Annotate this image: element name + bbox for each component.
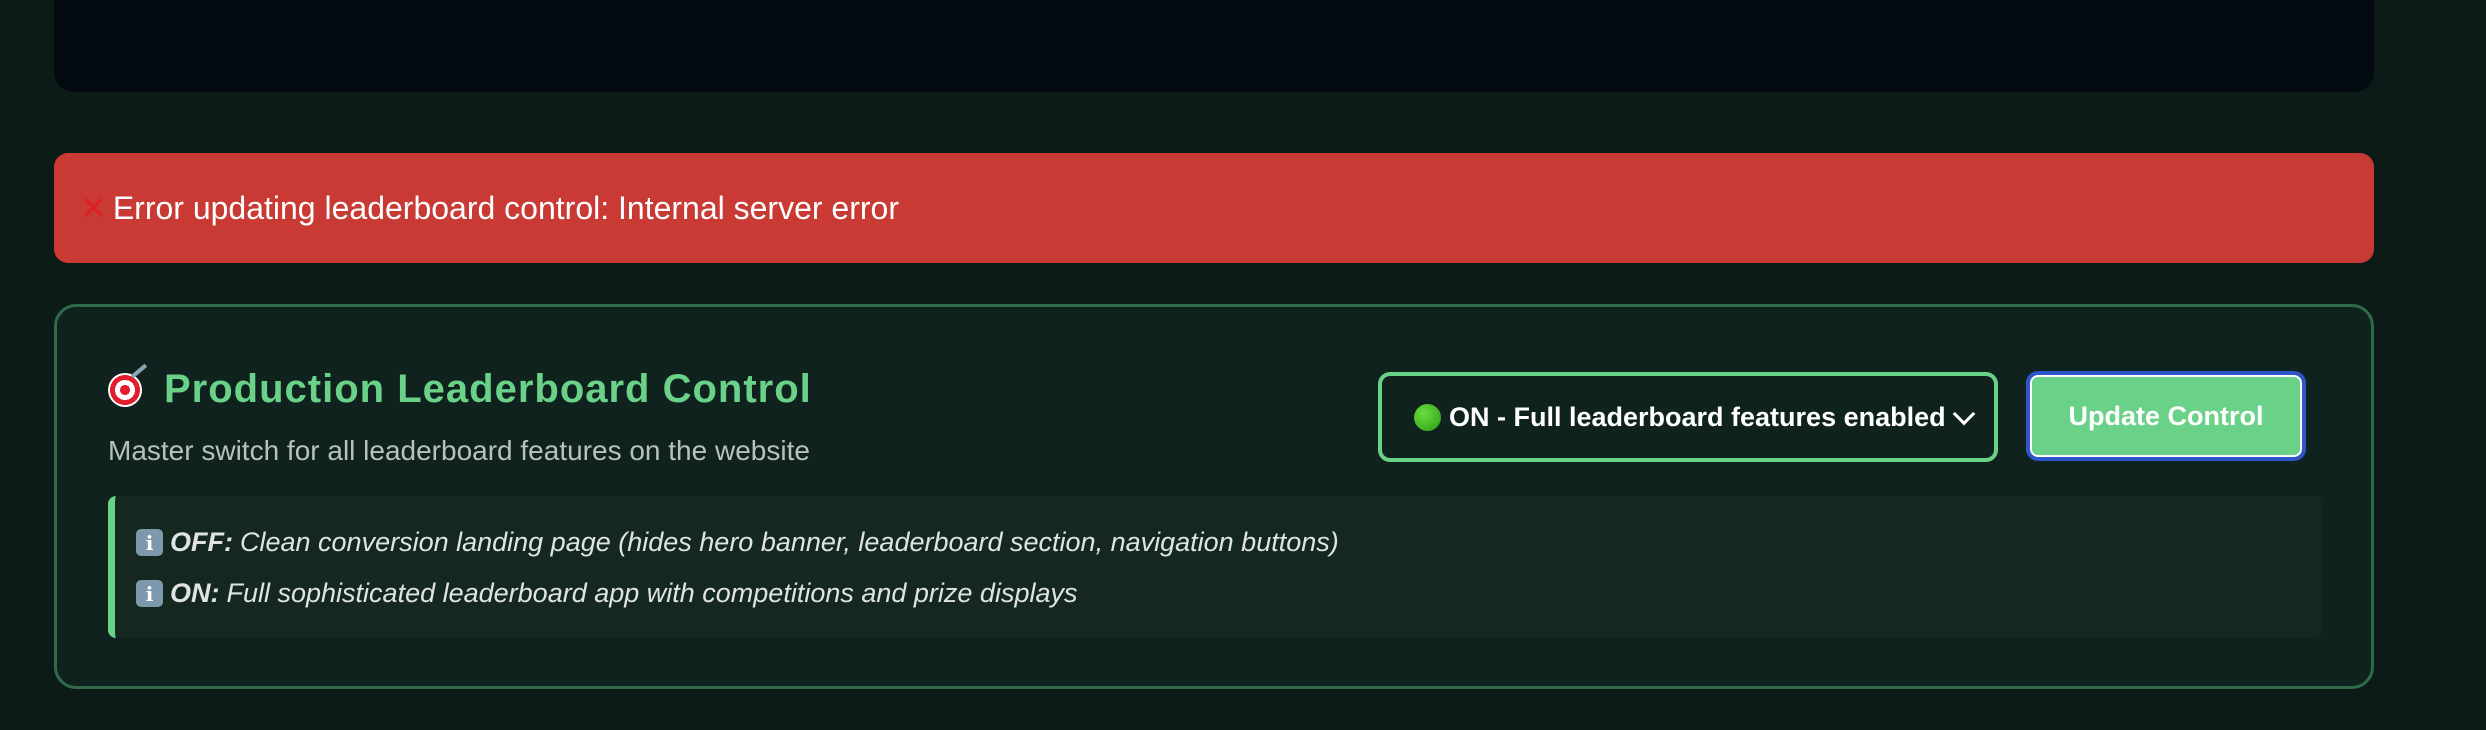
info-text: Clean conversion landing page (hides her… [239,527,1339,557]
leaderboard-control-card: Production Leaderboard Control Master sw… [54,304,2374,689]
top-panel [54,0,2374,92]
info-line-on: i ON: Full sophisticated leaderboard app… [136,578,1077,609]
info-line-off: i OFF: Clean conversion landing page (hi… [136,527,1339,558]
info-key: OFF: [170,527,233,557]
info-box: i OFF: Clean conversion landing page (hi… [108,496,2323,638]
cross-mark-icon: ✕ [80,189,107,227]
leaderboard-mode-select[interactable]: ON - Full leaderboard features enabled [1378,372,1998,462]
info-text: Full sophisticated leaderboard app with … [226,578,1078,608]
error-message: Error updating leaderboard control: Inte… [112,190,899,226]
info-icon: i [136,580,163,607]
info-key: ON: [170,578,220,608]
target-icon [108,372,142,407]
card-subtitle: Master switch for all leaderboard featur… [108,435,810,466]
error-banner: ✕ Error updating leaderboard control: In… [54,153,2374,263]
green-circle-icon [1414,403,1441,431]
info-icon: i [136,529,163,556]
card-title: Production Leaderboard Control [164,367,812,411]
chevron-down-icon [1952,402,1976,426]
update-control-button[interactable]: Update Control [2026,371,2306,461]
card-title-row: Production Leaderboard Control [108,367,812,412]
select-value: ON - Full leaderboard features enabled [1449,401,1946,432]
